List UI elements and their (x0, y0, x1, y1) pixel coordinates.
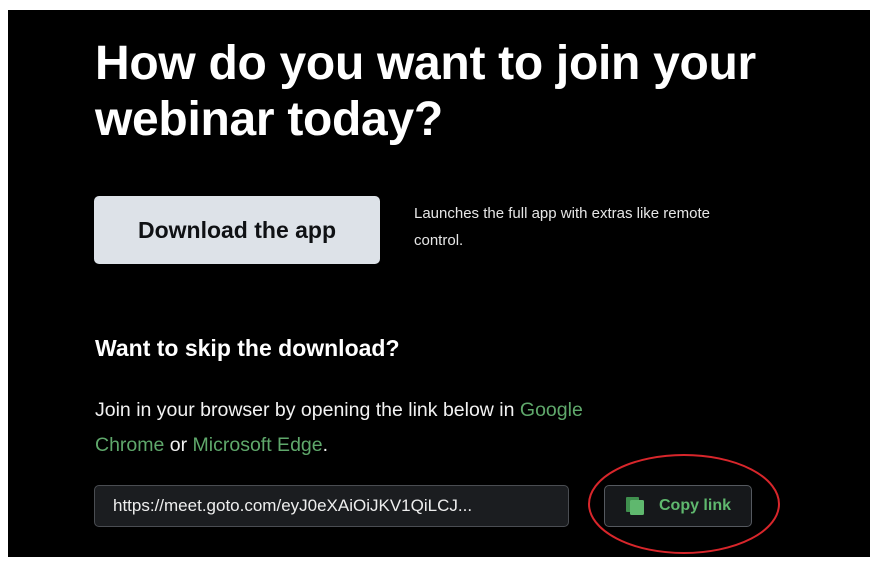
period-text: . (322, 434, 329, 456)
copy-icon (625, 497, 644, 515)
microsoft-edge-link[interactable]: Microsoft Edge (193, 434, 323, 456)
browser-instructions: Join in your browser by opening the link… (95, 393, 655, 463)
copy-link-label: Copy link (658, 497, 731, 514)
or-text: or (164, 434, 193, 456)
page-title: How do you want to join your webinar tod… (95, 37, 756, 146)
skip-download-title: Want to skip the download? (95, 335, 400, 361)
meeting-link-field[interactable] (94, 485, 569, 527)
instructions-text: Join in your browser by opening the link… (95, 399, 520, 421)
copy-link-button[interactable]: Copy link (604, 485, 752, 527)
webinar-join-panel: How do you want to join your webinar tod… (8, 10, 870, 557)
download-app-button[interactable]: Download the app (94, 196, 380, 264)
download-description: Launches the full app with extras like r… (414, 205, 710, 249)
